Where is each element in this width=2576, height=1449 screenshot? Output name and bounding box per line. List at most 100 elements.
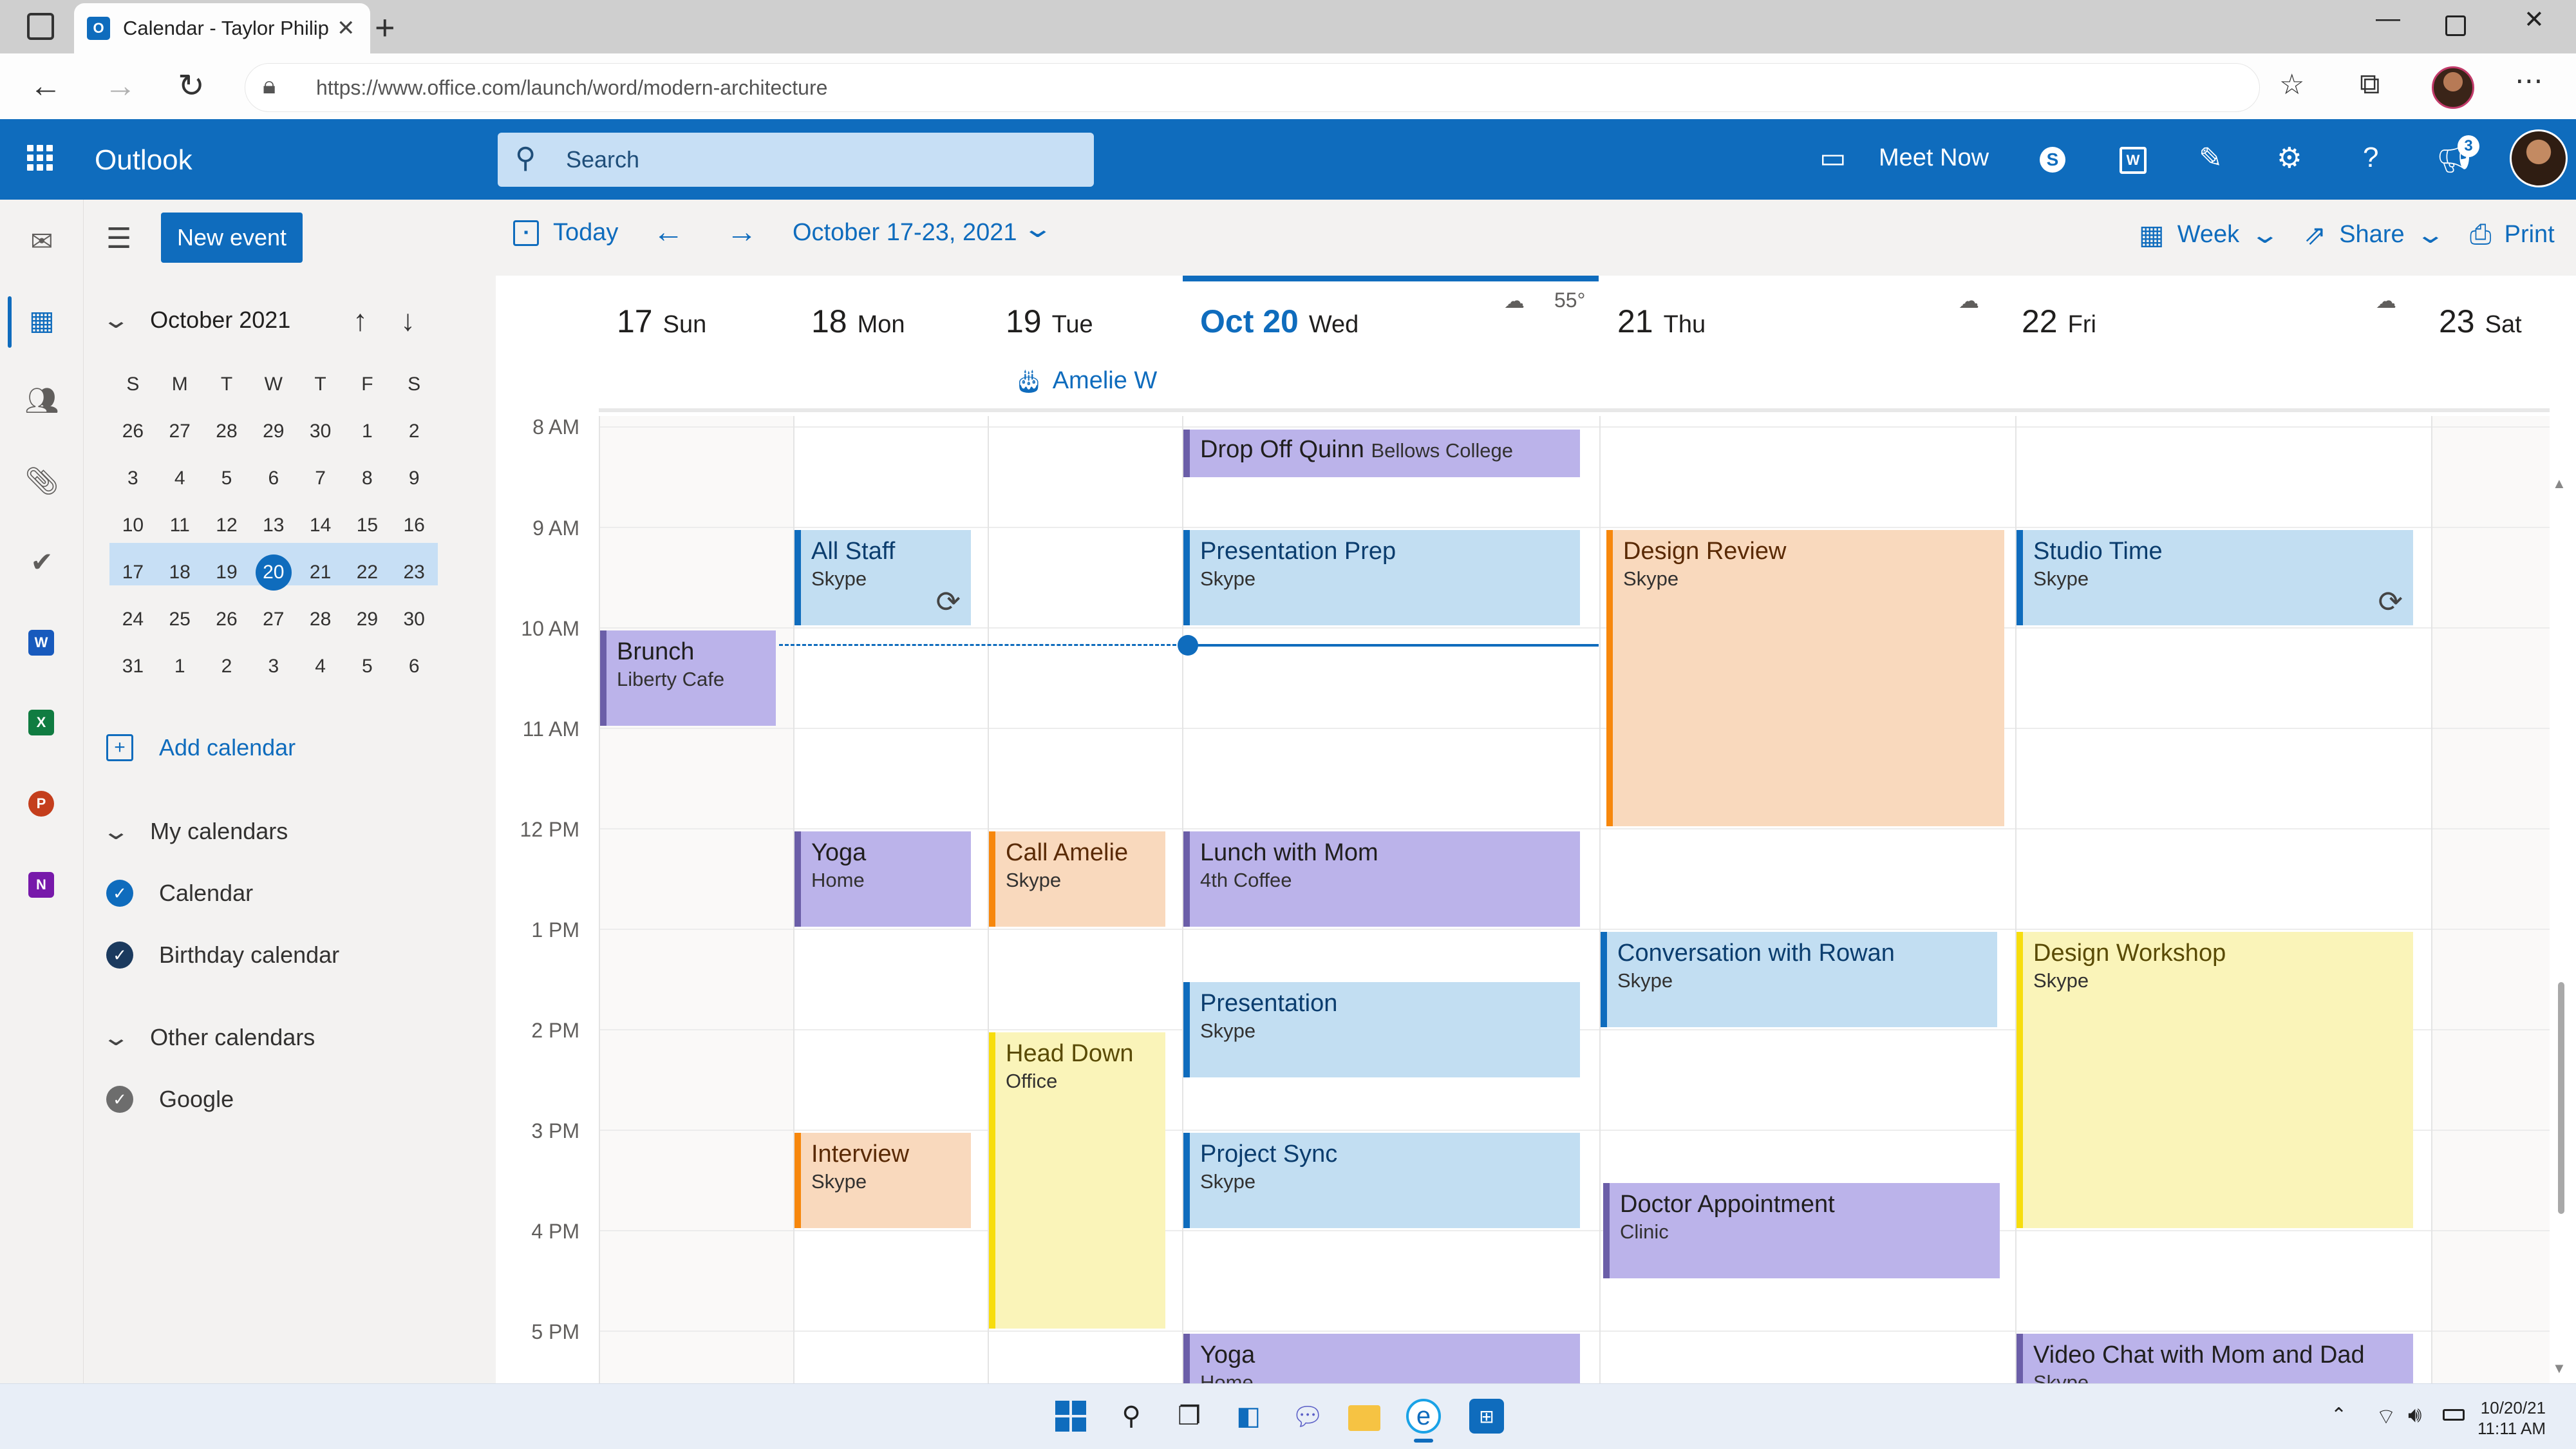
mini-day[interactable]: 26	[109, 408, 156, 455]
mini-day[interactable]: 4	[156, 455, 203, 502]
wifi-icon[interactable]: ⌔	[2376, 1403, 2396, 1430]
mini-day[interactable]: 24	[109, 596, 156, 643]
mini-day[interactable]: 1	[156, 643, 203, 690]
meet-now-button[interactable]: Meet Now	[1879, 144, 1989, 172]
task-view-icon[interactable]: ❐	[1172, 1399, 1207, 1434]
todo-check-icon[interactable]: ✔	[24, 544, 59, 579]
calendar-icon[interactable]: ▦	[24, 303, 59, 337]
mini-day[interactable]: 30	[391, 596, 438, 643]
app-name[interactable]: Outlook	[95, 144, 193, 176]
edge-icon[interactable]: e	[1406, 1399, 1441, 1434]
day-header-wed[interactable]: Oct 20 Wed	[1200, 303, 1359, 340]
day-header-thu[interactable]: 21 Thu	[1617, 303, 1706, 340]
mini-day[interactable]: 2	[391, 408, 438, 455]
mini-day[interactable]: 15	[344, 502, 391, 549]
scroll-up-icon[interactable]: ▲	[2552, 475, 2566, 492]
tab-actions-icon[interactable]	[27, 13, 54, 40]
event-head-down[interactable]: Head Down Office	[989, 1032, 1165, 1329]
powerpoint-icon[interactable]: P	[28, 791, 54, 817]
mini-day[interactable]: 7	[297, 455, 344, 502]
event-design-workshop[interactable]: Design Workshop Skype	[2017, 932, 2413, 1228]
mini-day[interactable]: 29	[344, 596, 391, 643]
mini-day[interactable]: 25	[156, 596, 203, 643]
mini-day[interactable]: 16	[391, 502, 438, 549]
mini-day[interactable]: 28	[203, 408, 250, 455]
day-header-tue[interactable]: 19 Tue	[1006, 303, 1093, 340]
event-project-sync[interactable]: Project Sync Skype	[1183, 1133, 1580, 1228]
mini-day[interactable]: 10	[109, 502, 156, 549]
mini-day[interactable]: 1	[344, 408, 391, 455]
scroll-down-icon[interactable]: ▼	[2552, 1360, 2566, 1377]
mini-day[interactable]: 5	[344, 643, 391, 690]
mini-day[interactable]: 26	[203, 596, 250, 643]
account-avatar[interactable]	[2510, 129, 2568, 187]
event-all-staff[interactable]: All Staff Skype ⟳	[794, 530, 971, 625]
url-field[interactable]: https://www.office.com/launch/word/moder…	[245, 63, 2260, 112]
new-tab-icon[interactable]: +	[375, 8, 395, 48]
event-video-chat[interactable]: Video Chat with Mom and Dad Skype	[2017, 1334, 2413, 1383]
mini-day[interactable]: 28	[297, 596, 344, 643]
previous-week-arrow-icon[interactable]: ←	[653, 214, 684, 250]
more-icon[interactable]: ⋯	[2515, 64, 2543, 97]
hamburger-menu-icon[interactable]: ☰	[106, 222, 131, 255]
chat-icon[interactable]: 💬︎	[1290, 1399, 1325, 1434]
settings-gear-icon[interactable]: ⚙	[2277, 142, 2302, 175]
forward-icon[interactable]: →	[104, 67, 136, 104]
event-studio-time[interactable]: Studio Time Skype ⟳	[2017, 530, 2413, 625]
next-week-arrow-icon[interactable]: →	[726, 214, 757, 250]
mini-day[interactable]: 31	[109, 643, 156, 690]
video-camera-icon[interactable]: ▭	[1819, 142, 1847, 175]
mini-day[interactable]: 9	[391, 455, 438, 502]
mini-day[interactable]: 8	[344, 455, 391, 502]
back-icon[interactable]: ←	[30, 67, 62, 104]
mini-day[interactable]: 21	[297, 549, 344, 596]
system-clock[interactable]: 10/20/21 11:11 AM	[2477, 1397, 2546, 1439]
skype-icon[interactable]: S	[2040, 147, 2065, 173]
mini-day[interactable]: 27	[250, 596, 297, 643]
mini-day[interactable]: 19	[203, 549, 250, 596]
search-input[interactable]: Search	[498, 133, 1094, 187]
checkmark-icon[interactable]: ✓	[106, 1086, 133, 1113]
widgets-icon[interactable]: ◧	[1231, 1399, 1266, 1434]
event-doctor-appointment[interactable]: Doctor Appointment Clinic	[1603, 1183, 2000, 1278]
event-yoga-wed[interactable]: Yoga Home	[1183, 1334, 1580, 1383]
mini-day[interactable]: 4	[297, 643, 344, 690]
checkmark-icon[interactable]: ✓	[106, 942, 133, 969]
event-presentation[interactable]: Presentation Skype	[1183, 982, 1580, 1077]
share-button[interactable]: ⇗ Share ⌄	[2304, 219, 2445, 251]
close-tab-icon[interactable]: ✕	[337, 15, 355, 41]
teams-icon[interactable]: W	[2120, 147, 2147, 174]
mini-day[interactable]: 27	[156, 408, 203, 455]
browser-tab[interactable]: O Calendar - Taylor Philips ✕	[74, 3, 370, 53]
people-icon[interactable]: 👥︎	[24, 383, 59, 418]
mini-day-today[interactable]: 20	[255, 554, 292, 591]
mini-day[interactable]: 13	[250, 502, 297, 549]
my-calendars-group[interactable]: ⌄ My calendars	[101, 818, 288, 845]
refresh-icon[interactable]: ↻	[178, 67, 205, 104]
close-window-icon[interactable]: ✕	[2524, 5, 2544, 34]
attachment-icon[interactable]: 📎︎	[24, 464, 59, 498]
event-yoga-mon[interactable]: Yoga Home	[794, 831, 971, 927]
word-icon[interactable]: W	[28, 630, 54, 656]
mini-day[interactable]: 17	[109, 549, 156, 596]
mini-day[interactable]: 18	[156, 549, 203, 596]
mini-day[interactable]: 6	[391, 643, 438, 690]
add-calendar-link[interactable]: + Add calendar	[106, 734, 296, 761]
scrollbar-track[interactable]	[2550, 412, 2576, 1383]
mini-calendar-header[interactable]: ⌄ October 2021	[101, 307, 290, 334]
onenote-icon[interactable]: N	[28, 872, 54, 898]
volume-icon[interactable]: 🔊︎	[2408, 1403, 2421, 1428]
mini-day[interactable]: 22	[344, 549, 391, 596]
mini-day[interactable]: 30	[297, 408, 344, 455]
event-conversation-with-rowan[interactable]: Conversation with Rowan Skype	[1601, 932, 1997, 1027]
event-design-review[interactable]: Design Review Skype	[1606, 530, 2004, 826]
date-range-chevron-icon[interactable]: ⌄	[1022, 214, 1054, 243]
previous-month-arrow-icon[interactable]: ↑	[353, 303, 368, 337]
day-header-sat[interactable]: 23 Sat	[2439, 303, 2522, 340]
event-brunch[interactable]: Brunch Liberty Cafe	[600, 630, 776, 726]
minimize-icon[interactable]: —	[2376, 5, 2400, 33]
mini-day[interactable]: 2	[203, 643, 250, 690]
mini-day[interactable]: 6	[250, 455, 297, 502]
birthday-calendar-item[interactable]: ✓ Birthday calendar	[106, 942, 339, 969]
day-header-fri[interactable]: 22 Fri	[2022, 303, 2096, 340]
